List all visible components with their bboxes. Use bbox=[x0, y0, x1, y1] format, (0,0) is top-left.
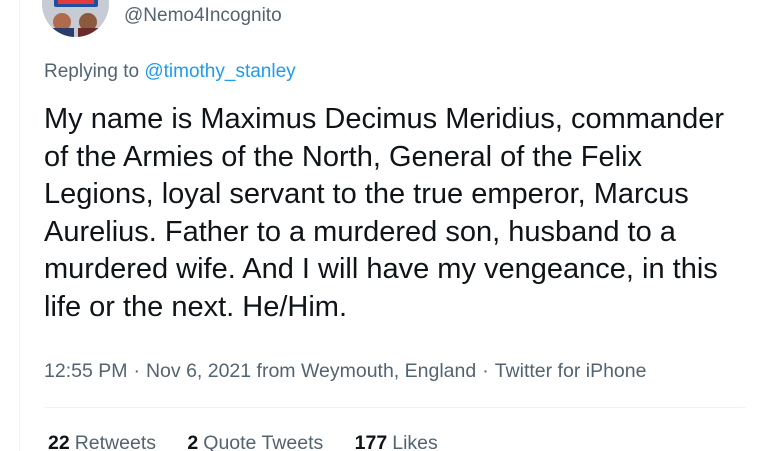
tweet-text: My name is Maximus Decimus Meridius, com… bbox=[44, 103, 725, 323]
retweets-count: 22 bbox=[48, 432, 70, 451]
retweets-stat[interactable]: 22 Retweets bbox=[48, 432, 156, 451]
replying-to: Replying to @timothy_stanley bbox=[44, 60, 296, 84]
quote-tweets-stat[interactable]: 2 Quote Tweets bbox=[187, 432, 323, 451]
quote-tweets-count: 2 bbox=[187, 432, 199, 451]
replying-to-label: Replying to bbox=[44, 61, 145, 82]
avatar-image bbox=[42, 0, 109, 37]
retweets-label: Retweets bbox=[74, 432, 156, 451]
likes-stat[interactable]: 177 Likes bbox=[355, 432, 438, 451]
likes-label: Likes bbox=[392, 432, 438, 451]
meta-separator: · bbox=[133, 360, 140, 382]
author-handle[interactable]: @Nemo4Incognito bbox=[124, 4, 282, 28]
reply-to-link[interactable]: @timothy_stanley bbox=[144, 61, 295, 82]
engagement-stats: 22 Retweets 2 Quote Tweets 177 Likes bbox=[48, 431, 464, 451]
tweet-source[interactable]: Twitter for iPhone bbox=[495, 360, 647, 382]
quote-tweets-label: Quote Tweets bbox=[203, 432, 324, 451]
tweet-detail: @Nemo4Incognito Replying to @timothy_sta… bbox=[0, 0, 760, 451]
tweet-meta: 12:55 PM · Nov 6, 2021 from Weymouth, Engl… bbox=[44, 359, 646, 383]
divider bbox=[44, 407, 746, 408]
meta-separator: · bbox=[482, 360, 489, 382]
likes-count: 177 bbox=[354, 432, 388, 451]
avatar[interactable] bbox=[42, 0, 109, 37]
column-border bbox=[19, 0, 20, 451]
tweet-location: from Weymouth, England bbox=[256, 360, 477, 382]
tweet-date[interactable]: Nov 6, 2021 bbox=[146, 360, 251, 382]
tweet-time[interactable]: 12:55 PM bbox=[44, 360, 127, 382]
